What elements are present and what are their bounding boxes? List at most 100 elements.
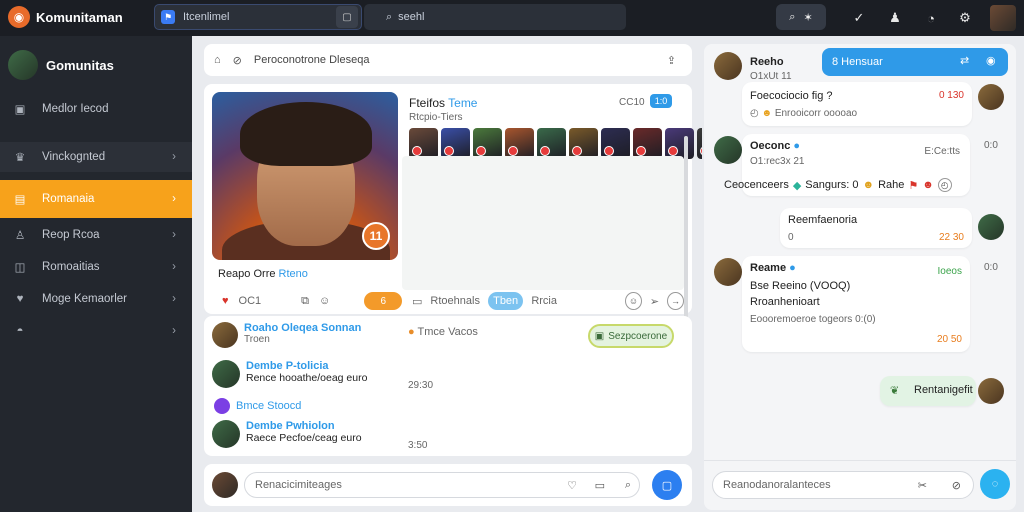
post-title: Fteifos Teme (409, 96, 478, 110)
thumbnail-4[interactable] (537, 128, 566, 159)
avatar (212, 420, 240, 448)
message-input[interactable]: Renacicimiteages ♡ ▭ ⌕ (244, 472, 640, 498)
workspace-icon: ⚑ (161, 10, 175, 24)
sidebar-item-2[interactable]: ▤ Romanaia › (0, 180, 192, 218)
image-icon: ▣ (14, 104, 26, 116)
link-icon[interactable]: ⇄ (960, 54, 969, 67)
search-filter-button[interactable]: ⌕ ✶ (776, 4, 826, 30)
list-item[interactable]: Dembe P-tolicia Rence hooathe/oeag euro (212, 360, 367, 388)
hero-image[interactable]: 11 (212, 92, 398, 260)
sidebar-item-5[interactable]: ♥ Moge Kemaorler › (0, 284, 192, 314)
home-icon[interactable]: ⌂ (214, 54, 221, 66)
global-search-input[interactable]: ⌕ seehl (364, 4, 626, 30)
hero-name: Reapo Orre (218, 268, 276, 280)
thumbnail-3[interactable] (505, 128, 534, 159)
chat-message-input[interactable]: Reanodanoralanteces ✂ ⊘ (712, 471, 974, 499)
upload-icon[interactable]: ⇪ (667, 54, 676, 67)
share-icon[interactable]: ⧉ (301, 295, 309, 308)
thumbnail-5[interactable] (569, 128, 598, 159)
sidebar-header-label: Gomunitas (46, 57, 114, 73)
chevron-right-icon: › (172, 261, 176, 273)
avatar (714, 52, 742, 80)
history-icon: ◴ (937, 178, 952, 192)
check-icon[interactable]: ✓ (846, 5, 872, 31)
chart-icon: ▤ (14, 194, 26, 206)
main-content: ⌂ ⊘ Peroconotrone Dleseqa ⇪ 11 Reapo Orr… (192, 36, 758, 512)
message-bubble[interactable]: Reame ● Ioeos Bse Reeino (VOOQ) Rroanhen… (742, 256, 970, 352)
message-sub: ◴ ☻ Enrooicorr ooooao (750, 108, 858, 119)
leaf-icon: ❦ (890, 385, 900, 397)
hero-actions: ♥ OC1 ⧉ ☺ 6 (222, 292, 403, 310)
message-bubble[interactable]: Reemfaenoria 0 22 30 (780, 208, 972, 248)
main-toolbar: ⌂ ⊘ Peroconotrone Dleseqa ⇪ (204, 44, 692, 76)
thumbnail-badge-icon (540, 146, 550, 156)
smile-icon[interactable]: ☺ (625, 292, 642, 310)
tab-left[interactable]: Rtoehnals (430, 295, 480, 307)
composer-avatar (212, 472, 238, 498)
message-bubble[interactable]: ❦ Rentanigefit (880, 376, 976, 406)
sidebar-item-label: Vinckognted (42, 151, 106, 163)
feed-link[interactable]: Bmce Stoocd (214, 398, 301, 414)
attach-icon[interactable]: ⊘ (952, 479, 961, 492)
emoji-icon: ☻ (862, 179, 875, 191)
notification-icon[interactable]: ◔ (918, 5, 944, 31)
forward-icon[interactable]: → (667, 292, 684, 310)
thumbnail-8[interactable] (665, 128, 694, 159)
workspace-search-input[interactable]: ⚑ Itcenlimel (154, 4, 362, 30)
thumbnail-0[interactable] (409, 128, 438, 159)
hero-tag: Rteno (278, 268, 308, 280)
avatar (212, 360, 240, 388)
sidebar-item-3[interactable]: ♙ Reop Rcoa › (0, 220, 192, 250)
heart-outline-icon[interactable]: ♡ (567, 479, 577, 492)
sidebar-header[interactable]: Gomunitas (8, 50, 114, 80)
list-item[interactable]: Roaho Oleqea Sonnan Troen (212, 322, 361, 348)
avatar (978, 378, 1004, 404)
toolbar-title: Peroconotrone Dleseqa (253, 54, 370, 66)
filter-icon[interactable]: ⊘ (233, 54, 242, 67)
header-pill[interactable]: 8 Hensuar (822, 48, 1008, 76)
send-button[interactable]: ▢ (652, 470, 682, 500)
chevron-right-icon: › (172, 229, 176, 241)
thumbnail-6[interactable] (601, 128, 630, 159)
character-icon[interactable]: ♟ (882, 5, 908, 31)
thumbnail-badge-icon (572, 146, 582, 156)
message-bubble[interactable]: Foecociocio fig ? 0 130 ◴ ☻ Enrooicorr o… (742, 82, 972, 126)
heart-icon: ♥ (16, 293, 24, 305)
settings-icon[interactable]: ⚙ (952, 5, 978, 31)
search-toggle-button[interactable]: ▢ (336, 6, 358, 28)
scissors-icon[interactable]: ✂ (918, 479, 927, 492)
avatar (214, 398, 230, 414)
emoji-icon[interactable]: ☺ (319, 295, 330, 307)
clock-icon: ◴ (750, 108, 759, 119)
help-icon[interactable]: ◉ (986, 54, 996, 67)
thumbnail-badge-icon (412, 146, 422, 156)
thumbnail-2[interactable] (473, 128, 502, 159)
post-badge[interactable]: 1:0 (650, 94, 672, 108)
tab-active[interactable]: Tben (487, 292, 524, 310)
feed-action-pill[interactable]: ▣ Sezpcoerone (588, 324, 674, 348)
like-icon[interactable]: ♥ (222, 295, 229, 307)
sidebar-item-4[interactable]: ◫ Romoaitias › (0, 252, 192, 282)
user-avatar[interactable] (990, 5, 1016, 31)
search-icon[interactable]: ⌕ (625, 479, 631, 492)
tab-right[interactable]: Rrcia (531, 295, 557, 307)
chat-send-button[interactable]: ◌ (980, 469, 1010, 499)
magnifier-icon: ⌕ (789, 10, 796, 23)
feed-time: 29:30 (408, 380, 434, 391)
list-item[interactable]: Dembe Pwhiolon Raece Pecfoe/ceag euro (212, 420, 362, 448)
thumbnail-7[interactable] (633, 128, 662, 159)
sidebar-item-1[interactable]: ♛ Vinckognted › (0, 142, 192, 172)
message-author: Reame ● (750, 262, 796, 274)
app-logo[interactable]: ◉ Komunitaman (8, 6, 123, 28)
post-scrollbar[interactable] (684, 136, 688, 326)
sidebar-item-0[interactable]: ▣ Medlor Iecod (0, 94, 192, 124)
reaction-pill[interactable]: 6 (364, 292, 403, 310)
sidebar-item-more[interactable]: ◓ › (0, 316, 192, 346)
attach-icon[interactable]: ▭ (595, 479, 605, 492)
sidebar-item-label: Moge Kemaorler (42, 293, 128, 305)
verified-icon: ● (793, 140, 801, 152)
thumbnail-badge-icon (444, 146, 454, 156)
send-arrow-icon[interactable]: ➢ (650, 295, 659, 308)
sidebar-item-label: Romoaitias (42, 261, 100, 273)
thumbnail-1[interactable] (441, 128, 470, 159)
